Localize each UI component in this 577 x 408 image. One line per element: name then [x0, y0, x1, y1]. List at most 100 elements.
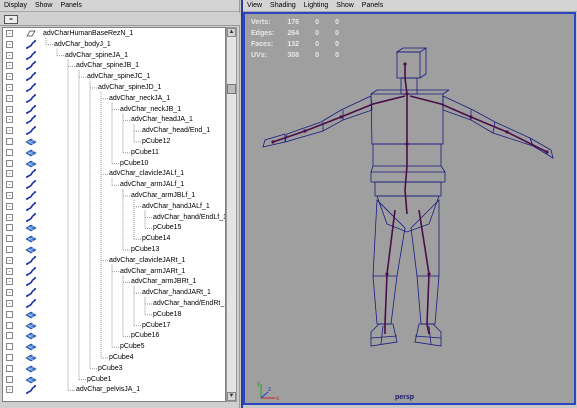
- outliner-item-label: advChar_armJBLf_1: [131, 192, 196, 199]
- outliner-item[interactable]: - advChar_neckJB_1: [3, 104, 223, 115]
- joint-icon: [26, 201, 36, 211]
- outliner-item[interactable]: pCube15: [3, 222, 223, 233]
- 3d-viewport[interactable]: Verts: 176 0 0 Edges: 264 0 0 Faces: 132 0 0 UVs: 308…: [243, 12, 576, 405]
- filter-icon[interactable]: =: [4, 15, 18, 24]
- expand-toggle-icon[interactable]: -: [6, 170, 13, 178]
- mesh-icon: [25, 343, 37, 351]
- outliner-item-label: pCube13: [131, 246, 160, 253]
- expand-toggle-icon[interactable]: [6, 375, 13, 383]
- menu-display[interactable]: Display: [0, 2, 31, 9]
- outliner-item[interactable]: pCube13: [3, 244, 223, 255]
- outliner-item[interactable]: pCube18: [3, 309, 223, 320]
- outliner-item-label: pCube18: [153, 310, 182, 318]
- mesh-icon: [25, 225, 37, 232]
- outliner-item[interactable]: - advChar_armJARt_1: [3, 266, 223, 277]
- expand-toggle-icon[interactable]: -: [6, 267, 13, 275]
- expand-toggle-icon[interactable]: -: [6, 30, 13, 37]
- joint-icon: [26, 39, 36, 49]
- outliner-item[interactable]: - advChar_handJALf_1: [3, 201, 223, 212]
- expand-toggle-icon[interactable]: -: [6, 386, 13, 394]
- expand-toggle-icon[interactable]: -: [6, 51, 13, 59]
- menu-show-view[interactable]: Show: [332, 2, 358, 9]
- menu-panels-view[interactable]: Panels: [358, 2, 387, 9]
- expand-toggle-icon[interactable]: [6, 343, 13, 351]
- expand-toggle-icon[interactable]: -: [6, 94, 13, 102]
- expand-toggle-icon[interactable]: [6, 224, 13, 232]
- outliner-item[interactable]: - advChar_headJA_1: [3, 114, 223, 125]
- expand-toggle-icon[interactable]: [6, 332, 13, 340]
- expand-toggle-icon[interactable]: -: [6, 256, 13, 264]
- expand-toggle-icon[interactable]: -: [6, 73, 13, 81]
- outliner-item[interactable]: - advChar_armJBRt_1: [3, 276, 223, 287]
- expand-toggle-icon[interactable]: -: [6, 213, 13, 221]
- neck-mesh: [400, 77, 418, 95]
- expand-toggle-icon[interactable]: -: [6, 40, 13, 48]
- mesh-icon: [25, 322, 37, 329]
- scroll-down-icon[interactable]: ▼: [227, 392, 236, 401]
- expand-toggle-icon[interactable]: -: [6, 192, 13, 199]
- outliner-item-label: advChar_spineJD_1: [98, 84, 162, 91]
- menu-show[interactable]: Show: [31, 2, 57, 9]
- outliner-list[interactable]: - advCharHumanBaseRezN_1- advChar_bodyJ_1-…: [2, 27, 226, 402]
- character-rig[interactable]: [245, 14, 574, 403]
- scroll-up-icon[interactable]: ▲: [227, 28, 236, 37]
- axis-gizmo: x y z: [257, 381, 279, 402]
- outliner-item[interactable]: - advChar_armJBLf_1: [3, 190, 223, 201]
- menu-lighting[interactable]: Lighting: [300, 2, 333, 9]
- expand-toggle-icon[interactable]: [6, 148, 13, 156]
- expand-toggle-icon[interactable]: -: [6, 116, 13, 124]
- outliner-item[interactable]: - advChar_neckJA_1: [3, 93, 223, 104]
- skeleton: [272, 64, 548, 335]
- outliner-item[interactable]: - advChar_spineJB_1: [3, 60, 223, 71]
- expand-toggle-icon[interactable]: [6, 235, 13, 243]
- expand-toggle-icon[interactable]: [6, 364, 13, 372]
- joint-icon: [26, 115, 36, 125]
- expand-toggle-icon[interactable]: -: [6, 181, 13, 189]
- outliner-item[interactable]: - advChar_hand/EndRt_1: [3, 298, 225, 309]
- expand-toggle-icon[interactable]: -: [6, 300, 13, 307]
- outliner-item[interactable]: - advChar_spineJA_1: [3, 50, 223, 61]
- expand-toggle-icon[interactable]: -: [6, 127, 13, 135]
- expand-toggle-icon[interactable]: [6, 138, 13, 145]
- outliner-item[interactable]: pCube17: [3, 320, 223, 331]
- outliner-item[interactable]: pCube12: [3, 136, 223, 147]
- outliner-item[interactable]: - advChar_clavicleJARt_1: [3, 255, 223, 266]
- outliner-item[interactable]: - advChar_spineJD_1: [3, 82, 223, 93]
- hud-label: Faces:: [251, 41, 274, 48]
- expand-toggle-icon[interactable]: [6, 246, 13, 253]
- menu-panels[interactable]: Panels: [56, 2, 85, 9]
- expand-toggle-icon[interactable]: -: [6, 105, 13, 113]
- expand-toggle-icon[interactable]: -: [6, 278, 13, 286]
- expand-toggle-icon[interactable]: -: [6, 62, 13, 70]
- expand-toggle-icon[interactable]: [6, 321, 13, 329]
- outliner-item[interactable]: - advChar_pelvisJA_1: [3, 384, 223, 395]
- outliner-item[interactable]: - advChar_clavicleJALf_1: [3, 168, 223, 179]
- outliner-item[interactable]: - advChar_spineJC_1: [3, 71, 223, 82]
- menu-view[interactable]: View: [243, 2, 266, 9]
- outliner-item[interactable]: - advChar_bodyJ_1: [3, 39, 223, 50]
- outliner-item[interactable]: - advChar_hand/EndLf_1: [3, 212, 225, 223]
- expand-toggle-icon[interactable]: -: [6, 202, 13, 210]
- outliner-item[interactable]: pCube14: [3, 233, 223, 244]
- outliner-item[interactable]: pCube11: [3, 147, 223, 158]
- expand-toggle-icon[interactable]: [6, 354, 13, 361]
- expand-toggle-icon[interactable]: -: [6, 289, 13, 297]
- outliner-item[interactable]: - advCharHumanBaseRezN_1: [3, 28, 223, 39]
- outliner-item[interactable]: - advChar_head/End_1: [3, 125, 223, 136]
- menu-shading[interactable]: Shading: [266, 2, 300, 9]
- scroll-thumb[interactable]: [227, 84, 236, 94]
- expand-toggle-icon[interactable]: -: [6, 84, 13, 91]
- outliner-item[interactable]: pCube3: [3, 363, 223, 374]
- expand-toggle-icon[interactable]: [6, 310, 13, 318]
- outliner-item[interactable]: pCube16: [3, 330, 223, 341]
- outliner-item-label: pCube10: [120, 159, 149, 167]
- outliner-item[interactable]: - advChar_handJARt_1: [3, 287, 223, 298]
- joint-icon: [26, 212, 36, 222]
- expand-toggle-icon[interactable]: [6, 159, 13, 167]
- outliner-item[interactable]: pCube1: [3, 374, 223, 385]
- outliner-item[interactable]: pCube10: [3, 158, 223, 169]
- outliner-scrollbar[interactable]: ▲ ▼: [226, 27, 237, 402]
- outliner-item[interactable]: pCube5: [3, 341, 223, 352]
- outliner-item[interactable]: pCube4: [3, 352, 223, 363]
- outliner-item[interactable]: - advChar_armJALf_1: [3, 179, 223, 190]
